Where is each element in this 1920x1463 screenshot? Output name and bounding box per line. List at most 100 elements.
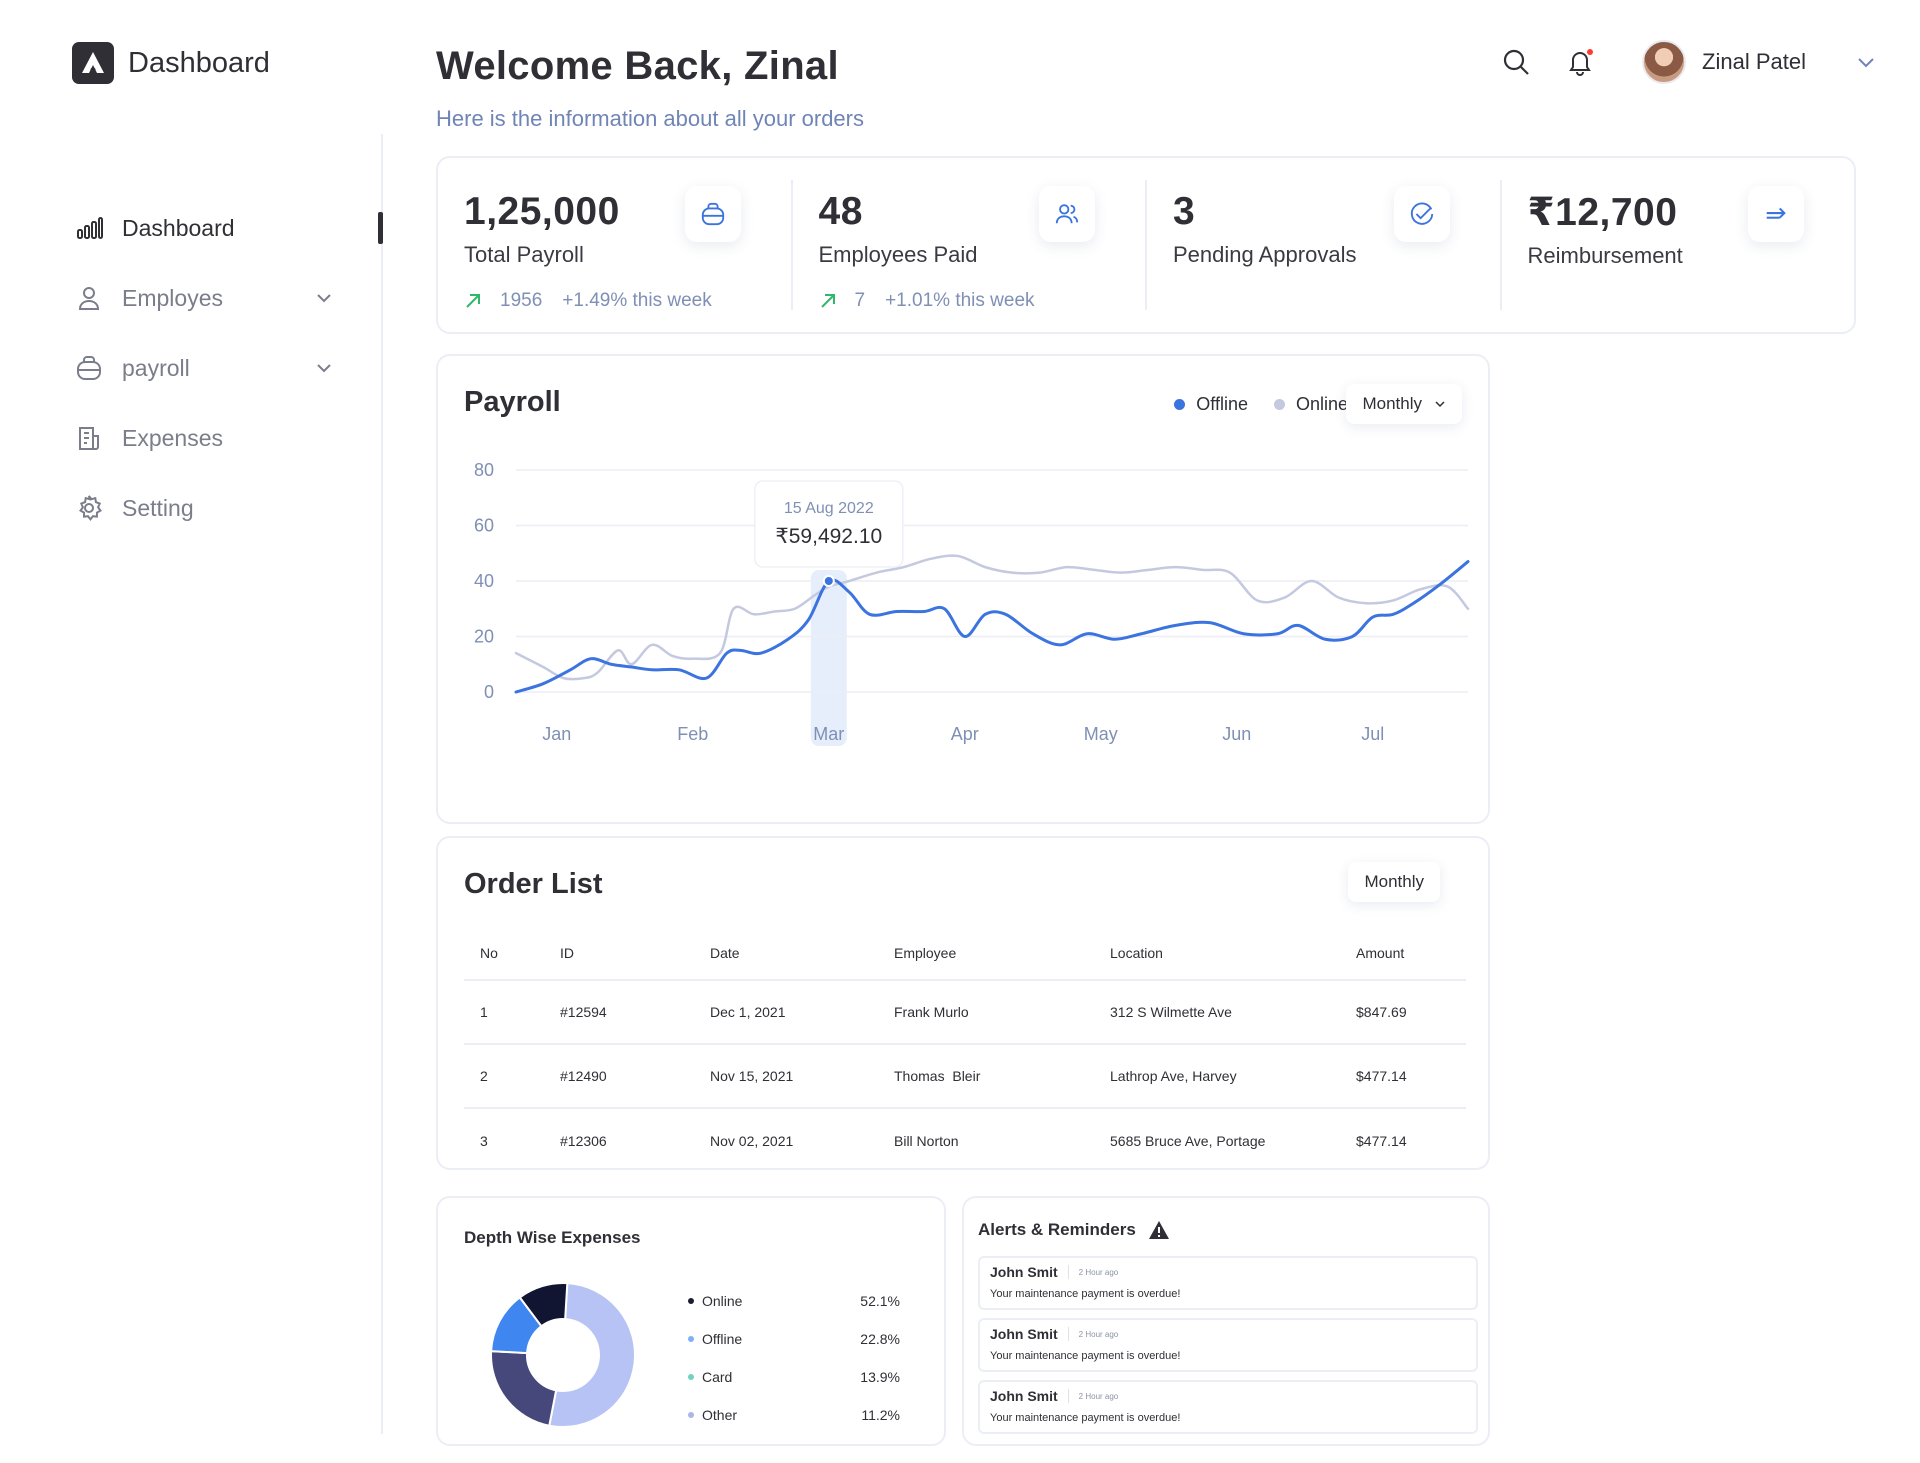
avatar[interactable] [1642,40,1687,84]
expense-label: Online [702,1293,743,1309]
alerts-list: John Smit 2 Hour ago Your maintenance pa… [978,1256,1478,1442]
tooltip-value: ₹59,492.10 [775,525,882,548]
sidebar-item-label: Dashboard [122,214,235,241]
cell-no: 2 [464,1044,560,1109]
column-header-no[interactable]: No [464,926,560,981]
column-header-id[interactable]: ID [560,926,710,981]
stat-employees-paid: 48 Employees Paid 7 +1.01% this week [790,180,1146,312]
trend-text: +1.49% this week [562,290,712,311]
chevron-down-icon[interactable] [1852,48,1880,76]
cell-location: 312 S Wilmette Ave [1110,980,1356,1045]
chevron-down-icon[interactable] [312,286,336,310]
y-tick-label: 80 [474,460,494,480]
cell-date: Nov 15, 2021 [710,1044,894,1109]
alert-time: 2 Hour ago [1078,1391,1119,1401]
alert-item[interactable]: John Smit 2 Hour ago Your maintenance pa… [978,1256,1478,1310]
alert-message: Your maintenance payment is overdue! [990,1350,1181,1362]
cell-date: Nov 02, 2021 [710,1132,794,1149]
alert-header: John Smit 2 Hour ago [990,1388,1466,1404]
column-header-amount[interactable]: Amount [1356,926,1466,981]
chevron-down-icon[interactable] [312,356,336,380]
expense-label: Other [702,1407,738,1423]
legend-dot [688,1298,694,1304]
divider [1067,1389,1069,1403]
expenses-card: Depth Wise Expenses Online 52.1% Offline… [436,1196,946,1446]
bag-icon [74,353,104,383]
order-table: No ID Date Employee Location Amount 1 #1… [464,926,1466,1172]
stat-trend: 1956 +1.49% this week [464,290,765,312]
legend-online[interactable]: Online [1273,394,1348,415]
search-icon[interactable] [1498,44,1534,80]
cell-date: Dec 1, 2021 [710,980,894,1045]
chevron-down-icon [1434,398,1446,410]
x-tick-label: May [1084,724,1118,744]
table-row[interactable]: 3 #12306 Nov 02, 2021 Bill Norton 5685 B… [464,1108,1466,1172]
sidebar-item-setting[interactable]: Setting [74,490,336,526]
warning-icon [1148,1220,1170,1240]
period-select[interactable]: Monthly [1346,384,1462,424]
chart-legend: Offline Online [1148,394,1348,415]
order-period-select[interactable]: Monthly [1348,862,1440,902]
document-icon [74,423,104,453]
sidebar-item-label: payroll [122,354,190,381]
logo-mark-icon [72,42,114,84]
order-list-title: Order List [464,868,603,900]
y-tick-label: 60 [474,516,494,536]
bell-icon[interactable] [1562,44,1598,80]
active-indicator [378,212,383,244]
column-header-employee[interactable]: Employee [894,926,1110,981]
sidebar-item-payroll[interactable]: payroll [74,350,336,386]
page-title: Welcome Back, Zinal [436,44,839,88]
x-tick-label: Jul [1361,724,1384,744]
stat-trend: 7 +1.01% this week [819,290,1120,312]
trend-count: 7 [854,290,866,311]
check-circle-icon [1393,186,1450,242]
legend-offline[interactable]: Offline [1174,394,1248,415]
stats-card: 1,25,000 Total Payroll 1956 +1.49% this … [436,156,1856,334]
alert-sender: John Smit [990,1326,1058,1342]
bag-icon [684,186,741,242]
column-header-date[interactable]: Date [710,926,894,981]
user-name[interactable]: Zinal Patel [1702,49,1806,75]
alert-item[interactable]: John Smit 2 Hour ago Your maintenance pa… [978,1380,1478,1434]
cell-location: 5685 Bruce Ave, Portage [1110,1132,1266,1149]
logo[interactable]: Dashboard [72,42,270,84]
y-tick-label: 40 [474,571,494,591]
divider [1067,1327,1069,1341]
sidebar-item-label: Employes [122,284,223,311]
x-tick-label: Apr [951,724,979,744]
sidebar-divider [381,134,383,1434]
cell-id: #12490 [560,1044,710,1109]
x-tick-label: Jan [542,724,571,744]
column-header-location[interactable]: Location [1110,926,1356,981]
trend-up-icon [819,292,837,310]
alert-item[interactable]: John Smit 2 Hour ago Your maintenance pa… [978,1318,1478,1372]
sidebar-item-expenses[interactable]: Expenses [74,420,336,456]
sidebar-item-label: Setting [122,494,194,521]
expense-item-card: Card 13.9% [688,1358,900,1396]
sidebar-item-employes[interactable]: Employes [74,280,336,316]
alert-header: John Smit 2 Hour ago [990,1264,1466,1280]
expenses-legend: Online 52.1% Offline 22.8% Card 13.9% Ot… [688,1282,900,1434]
x-tick-label: Jun [1222,724,1251,744]
divider [1067,1265,1069,1279]
highlight-column [810,570,847,746]
series-line-online [514,554,1470,681]
user-icon [74,283,104,313]
notification-dot [1587,49,1594,55]
stat-label: Employees Paid [818,242,978,267]
payroll-card: 80 60 40 20 0 Jan Feb Mar Apr May Jun Jul 15 Aug 202… [436,354,1490,824]
cell-id: #12306 [560,1132,607,1149]
expense-value: 22.8% [860,1331,900,1347]
y-tick-label: 20 [474,627,494,647]
table-row[interactable]: 2 #12490 Nov 15, 2021 Thomas Bleir Lathr… [464,1044,1466,1109]
tooltip-box [754,480,904,568]
expense-item-offline: Offline 22.8% [688,1320,900,1358]
table-row[interactable]: 1 #12594 Dec 1, 2021 Frank Murlo 312 S W… [464,980,1466,1045]
gear-icon [74,493,104,523]
cell-amount: $847.69 [1356,980,1466,1045]
sidebar-item-dashboard[interactable]: Dashboard [74,210,336,246]
expense-label: Offline [702,1331,743,1347]
trend-text: +1.01% this week [885,290,1035,311]
stat-label: Total Payroll [464,242,584,267]
